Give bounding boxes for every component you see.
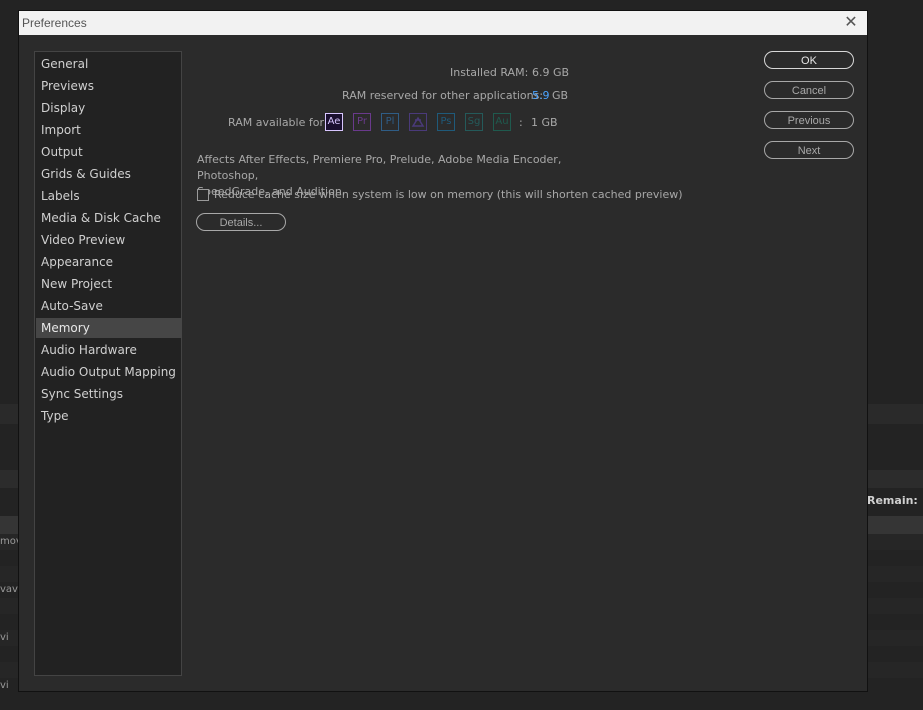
preferences-dialog: Preferences ✕ General Previews Display I… xyxy=(18,10,868,692)
photoshop-icon: Ps xyxy=(437,113,455,131)
dialog-titlebar[interactable]: Preferences ✕ xyxy=(19,11,867,35)
next-button[interactable]: Next xyxy=(764,141,854,159)
speedgrade-icon: Sg xyxy=(465,113,483,131)
sidebar-item-grids-guides[interactable]: Grids & Guides xyxy=(36,164,182,184)
ram-available-value: 1 GB xyxy=(531,116,558,129)
sidebar-item-type[interactable]: Type xyxy=(36,406,182,426)
reduce-cache-checkbox[interactable] xyxy=(197,189,209,201)
prelude-icon: Pl xyxy=(381,113,399,131)
media-encoder-icon xyxy=(409,113,427,131)
sidebar-item-previews[interactable]: Previews xyxy=(36,76,182,96)
sidebar-item-video-preview[interactable]: Video Preview xyxy=(36,230,182,250)
affects-note-line1: Affects After Effects, Premiere Pro, Pre… xyxy=(197,153,562,182)
ram-reserved-label: RAM reserved for other applications: xyxy=(342,89,544,102)
media-encoder-glyph xyxy=(411,116,425,127)
ram-available-label: RAM available for xyxy=(228,116,324,129)
sidebar-item-media-disk-cache[interactable]: Media & Disk Cache xyxy=(36,208,182,228)
installed-ram-value: 6.9 GB xyxy=(532,66,570,79)
preferences-sidebar: General Previews Display Import Output G… xyxy=(34,51,182,676)
sidebar-item-audio-hardware[interactable]: Audio Hardware xyxy=(36,340,182,360)
details-button[interactable]: Details... xyxy=(196,213,286,231)
premiere-pro-icon: Pr xyxy=(353,113,371,131)
sidebar-item-import[interactable]: Import xyxy=(36,120,182,140)
sidebar-item-new-project[interactable]: New Project xyxy=(36,274,182,294)
ram-reserved-unit: GB xyxy=(552,89,569,102)
background-file-fragment: vi xyxy=(0,632,9,643)
sidebar-item-audio-output-mapping[interactable]: Audio Output Mapping xyxy=(36,362,182,382)
audition-icon: Au xyxy=(493,113,511,131)
sidebar-item-general[interactable]: General xyxy=(36,54,182,74)
cancel-button[interactable]: Cancel xyxy=(764,81,854,99)
sidebar-item-appearance[interactable]: Appearance xyxy=(36,252,182,272)
ram-reserved-value-input[interactable]: 5.9 xyxy=(532,89,550,102)
background-file-fragment: vav xyxy=(0,584,18,595)
reduce-cache-label[interactable]: Reduce cache size when system is low on … xyxy=(214,188,683,201)
sidebar-item-display[interactable]: Display xyxy=(36,98,182,118)
ram-available-colon: : xyxy=(519,116,523,129)
ok-button[interactable]: OK xyxy=(764,51,854,69)
installed-ram-label: Installed RAM: xyxy=(450,66,529,79)
sidebar-item-memory[interactable]: Memory xyxy=(36,318,182,338)
sidebar-item-labels[interactable]: Labels xyxy=(36,186,182,206)
after-effects-icon: Ae xyxy=(325,113,343,131)
background-file-fragment: vi xyxy=(0,680,9,691)
close-icon[interactable]: ✕ xyxy=(843,14,859,30)
sidebar-item-sync-settings[interactable]: Sync Settings xyxy=(36,384,182,404)
sidebar-item-auto-save[interactable]: Auto-Save xyxy=(36,296,182,316)
sidebar-item-output[interactable]: Output xyxy=(36,142,182,162)
previous-button[interactable]: Previous xyxy=(764,111,854,129)
background-remain-label: Remain: xyxy=(867,494,918,507)
dialog-title: Preferences xyxy=(22,16,87,30)
